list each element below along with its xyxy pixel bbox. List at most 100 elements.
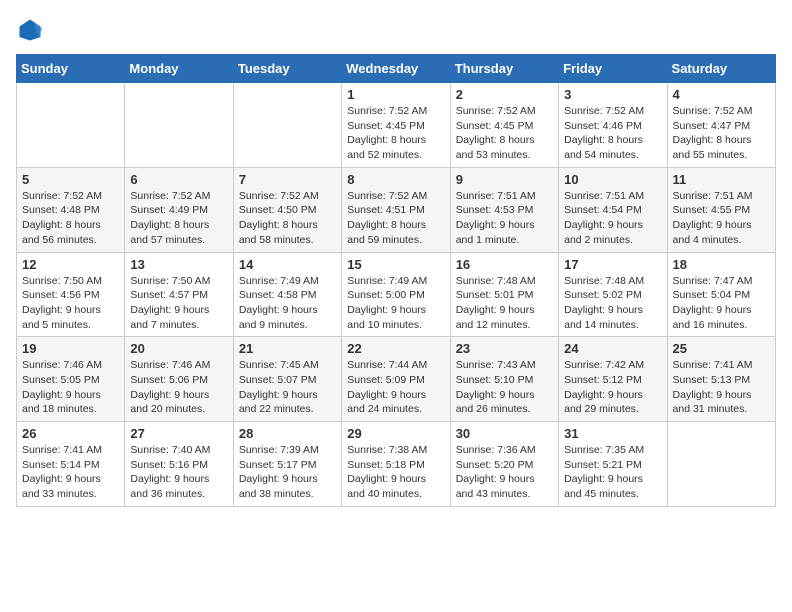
calendar-week-row: 19 Sunrise: 7:46 AM Sunset: 5:05 PM Dayli… [17,337,776,422]
calendar-cell: 7 Sunrise: 7:52 AM Sunset: 4:50 PM Daylig… [233,167,341,252]
calendar-cell: 6 Sunrise: 7:52 AM Sunset: 4:49 PM Daylig… [125,167,233,252]
day-number: 11 [673,172,770,187]
calendar-cell [125,83,233,168]
day-info: Sunrise: 7:52 AM Sunset: 4:47 PM Dayligh… [673,104,770,163]
day-number: 19 [22,341,119,356]
day-info: Sunrise: 7:36 AM Sunset: 5:20 PM Dayligh… [456,443,553,502]
day-info: Sunrise: 7:50 AM Sunset: 4:56 PM Dayligh… [22,274,119,333]
header [16,16,776,44]
day-number: 31 [564,426,661,441]
calendar-cell [233,83,341,168]
day-of-week-header: Friday [559,55,667,83]
day-number: 30 [456,426,553,441]
calendar-cell: 5 Sunrise: 7:52 AM Sunset: 4:48 PM Daylig… [17,167,125,252]
day-number: 9 [456,172,553,187]
day-info: Sunrise: 7:52 AM Sunset: 4:50 PM Dayligh… [239,189,336,248]
day-number: 29 [347,426,444,441]
day-info: Sunrise: 7:45 AM Sunset: 5:07 PM Dayligh… [239,358,336,417]
day-number: 13 [130,257,227,272]
day-info: Sunrise: 7:39 AM Sunset: 5:17 PM Dayligh… [239,443,336,502]
calendar-cell: 1Sunrise: 7:52 AM Sunset: 4:45 PM Daylig… [342,83,450,168]
calendar-week-row: 26 Sunrise: 7:41 AM Sunset: 5:14 PM Dayli… [17,422,776,507]
calendar-week-row: 12 Sunrise: 7:50 AM Sunset: 4:56 PM Dayli… [17,252,776,337]
calendar-cell: 20Sunrise: 7:46 AM Sunset: 5:06 PM Dayli… [125,337,233,422]
day-info: Sunrise: 7:48 AM Sunset: 5:02 PM Dayligh… [564,274,661,333]
day-number: 22 [347,341,444,356]
calendar-cell: 21 Sunrise: 7:45 AM Sunset: 5:07 PM Dayli… [233,337,341,422]
calendar-week-row: 1Sunrise: 7:52 AM Sunset: 4:45 PM Daylig… [17,83,776,168]
day-info: Sunrise: 7:52 AM Sunset: 4:48 PM Dayligh… [22,189,119,248]
day-info: Sunrise: 7:51 AM Sunset: 4:54 PM Dayligh… [564,189,661,248]
calendar-cell: 29 Sunrise: 7:38 AM Sunset: 5:18 PM Dayli… [342,422,450,507]
day-info: Sunrise: 7:49 AM Sunset: 4:58 PM Dayligh… [239,274,336,333]
day-number: 28 [239,426,336,441]
calendar-cell: 13 Sunrise: 7:50 AM Sunset: 4:57 PM Dayli… [125,252,233,337]
calendar-cell: 23Sunrise: 7:43 AM Sunset: 5:10 PM Dayli… [450,337,558,422]
day-number: 24 [564,341,661,356]
day-info: Sunrise: 7:51 AM Sunset: 4:55 PM Dayligh… [673,189,770,248]
calendar-cell: 16 Sunrise: 7:48 AM Sunset: 5:01 PM Dayli… [450,252,558,337]
day-number: 4 [673,87,770,102]
calendar-cell: 25 Sunrise: 7:41 AM Sunset: 5:13 PM Dayli… [667,337,775,422]
calendar-cell: 22 Sunrise: 7:44 AM Sunset: 5:09 PM Dayli… [342,337,450,422]
day-number: 12 [22,257,119,272]
day-info: Sunrise: 7:42 AM Sunset: 5:12 PM Dayligh… [564,358,661,417]
calendar-cell: 17 Sunrise: 7:48 AM Sunset: 5:02 PM Dayli… [559,252,667,337]
logo-icon [16,16,44,44]
day-of-week-header: Saturday [667,55,775,83]
day-info: Sunrise: 7:47 AM Sunset: 5:04 PM Dayligh… [673,274,770,333]
day-number: 7 [239,172,336,187]
day-info: Sunrise: 7:52 AM Sunset: 4:45 PM Dayligh… [456,104,553,163]
day-number: 16 [456,257,553,272]
calendar: SundayMondayTuesdayWednesdayThursdayFrid… [16,54,776,507]
day-info: Sunrise: 7:41 AM Sunset: 5:14 PM Dayligh… [22,443,119,502]
calendar-cell: 19 Sunrise: 7:46 AM Sunset: 5:05 PM Dayli… [17,337,125,422]
day-info: Sunrise: 7:35 AM Sunset: 5:21 PM Dayligh… [564,443,661,502]
calendar-cell: 10Sunrise: 7:51 AM Sunset: 4:54 PM Dayli… [559,167,667,252]
day-info: Sunrise: 7:52 AM Sunset: 4:49 PM Dayligh… [130,189,227,248]
day-info: Sunrise: 7:44 AM Sunset: 5:09 PM Dayligh… [347,358,444,417]
calendar-cell: 9 Sunrise: 7:51 AM Sunset: 4:53 PM Daylig… [450,167,558,252]
calendar-cell [667,422,775,507]
day-number: 6 [130,172,227,187]
calendar-cell: 11 Sunrise: 7:51 AM Sunset: 4:55 PM Dayli… [667,167,775,252]
calendar-cell: 28 Sunrise: 7:39 AM Sunset: 5:17 PM Dayli… [233,422,341,507]
calendar-cell: 27 Sunrise: 7:40 AM Sunset: 5:16 PM Dayli… [125,422,233,507]
day-of-week-header: Sunday [17,55,125,83]
day-info: Sunrise: 7:51 AM Sunset: 4:53 PM Dayligh… [456,189,553,248]
day-of-week-header: Wednesday [342,55,450,83]
calendar-cell: 31 Sunrise: 7:35 AM Sunset: 5:21 PM Dayli… [559,422,667,507]
calendar-cell: 3 Sunrise: 7:52 AM Sunset: 4:46 PM Daylig… [559,83,667,168]
day-number: 23 [456,341,553,356]
day-number: 21 [239,341,336,356]
day-number: 2 [456,87,553,102]
calendar-cell: 26 Sunrise: 7:41 AM Sunset: 5:14 PM Dayli… [17,422,125,507]
day-number: 25 [673,341,770,356]
day-info: Sunrise: 7:52 AM Sunset: 4:45 PM Dayligh… [347,104,444,163]
calendar-header-row: SundayMondayTuesdayWednesdayThursdayFrid… [17,55,776,83]
day-of-week-header: Thursday [450,55,558,83]
day-number: 26 [22,426,119,441]
day-info: Sunrise: 7:48 AM Sunset: 5:01 PM Dayligh… [456,274,553,333]
day-info: Sunrise: 7:52 AM Sunset: 4:46 PM Dayligh… [564,104,661,163]
day-info: Sunrise: 7:38 AM Sunset: 5:18 PM Dayligh… [347,443,444,502]
calendar-cell: 18 Sunrise: 7:47 AM Sunset: 5:04 PM Dayli… [667,252,775,337]
day-number: 5 [22,172,119,187]
day-number: 3 [564,87,661,102]
day-of-week-header: Tuesday [233,55,341,83]
day-number: 18 [673,257,770,272]
day-info: Sunrise: 7:41 AM Sunset: 5:13 PM Dayligh… [673,358,770,417]
day-of-week-header: Monday [125,55,233,83]
day-info: Sunrise: 7:46 AM Sunset: 5:05 PM Dayligh… [22,358,119,417]
day-number: 27 [130,426,227,441]
calendar-cell: 8Sunrise: 7:52 AM Sunset: 4:51 PM Daylig… [342,167,450,252]
day-info: Sunrise: 7:50 AM Sunset: 4:57 PM Dayligh… [130,274,227,333]
day-number: 17 [564,257,661,272]
calendar-week-row: 5 Sunrise: 7:52 AM Sunset: 4:48 PM Daylig… [17,167,776,252]
day-info: Sunrise: 7:40 AM Sunset: 5:16 PM Dayligh… [130,443,227,502]
day-number: 14 [239,257,336,272]
day-number: 20 [130,341,227,356]
calendar-cell: 4 Sunrise: 7:52 AM Sunset: 4:47 PM Daylig… [667,83,775,168]
logo [16,16,48,44]
day-number: 8 [347,172,444,187]
